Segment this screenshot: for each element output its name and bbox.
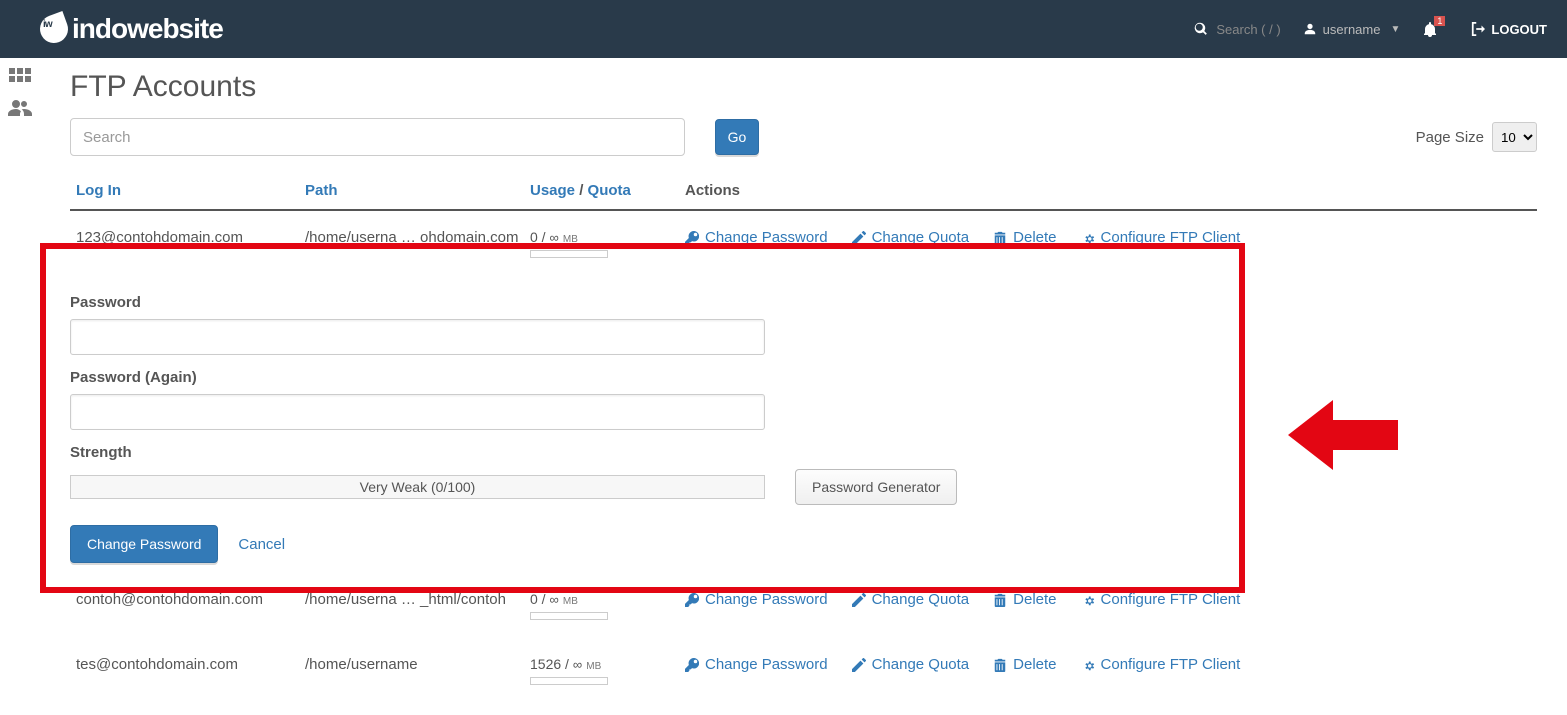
cell-login: 123@contohdomain.com (70, 229, 305, 246)
change-password-link[interactable]: Change Password (685, 656, 828, 673)
cell-usage: 0 / ∞ MB (530, 591, 685, 620)
sidebar-users[interactable] (0, 92, 40, 126)
cell-login: tes@contohdomain.com (70, 656, 305, 673)
go-button[interactable]: Go (715, 119, 759, 155)
chevron-down-icon: ▼ (1390, 24, 1400, 35)
delete-link[interactable]: Delete (993, 591, 1056, 608)
gear-icon (1081, 593, 1095, 607)
brand-text: indowebsite (72, 13, 223, 45)
change-quota-link[interactable]: Change Quota (852, 591, 970, 608)
table-row: contoh@contohdomain.com /home/userna … _… (70, 573, 1537, 638)
key-icon (685, 231, 699, 245)
cell-path: /home/userna … ohdomain.com (305, 229, 530, 246)
sidebar-apps[interactable] (0, 58, 40, 92)
change-password-button[interactable]: Change Password (70, 525, 218, 563)
password-input[interactable] (70, 319, 765, 355)
strength-meter: Very Weak (0/100) (70, 475, 765, 499)
search-input[interactable] (70, 118, 685, 156)
page-size-select[interactable]: 10 (1492, 122, 1537, 152)
user-icon (1303, 22, 1317, 36)
password-label: Password (70, 294, 1537, 311)
trash-icon (993, 231, 1007, 245)
cancel-link[interactable]: Cancel (238, 536, 285, 553)
cell-actions: Change Password Change Quota Delete Conf… (685, 229, 1537, 246)
gear-icon (1081, 658, 1095, 672)
topbar-notifications[interactable]: 1 (1422, 21, 1449, 37)
usage-bar (530, 612, 608, 620)
search-icon (1194, 22, 1208, 36)
table-header: Log In Path Usage / Quota Actions (70, 174, 1537, 211)
main-content: FTP Accounts Go Page Size 10 Log In Path… (40, 58, 1567, 715)
col-usage[interactable]: Usage (530, 182, 575, 199)
logout-icon (1471, 22, 1485, 36)
topbar-user[interactable]: username ▼ (1303, 22, 1401, 37)
cell-usage: 1526 / ∞ MB (530, 656, 685, 685)
topbar-search[interactable]: Search ( / ) (1194, 22, 1280, 37)
page-title: FTP Accounts (70, 70, 1537, 104)
left-sidebar (0, 58, 40, 126)
change-quota-link[interactable]: Change Quota (852, 656, 970, 673)
usage-bar (530, 250, 608, 258)
brand-logo[interactable]: indowebsite (40, 13, 223, 45)
pencil-icon (852, 593, 866, 607)
usage-bar (530, 677, 608, 685)
topbar-search-placeholder: Search ( / ) (1216, 22, 1280, 37)
col-path[interactable]: Path (305, 182, 530, 199)
ftp-accounts-table: Log In Path Usage / Quota Actions 123@co… (70, 174, 1537, 703)
change-password-link[interactable]: Change Password (685, 591, 828, 608)
page-size-label: Page Size (1416, 129, 1484, 146)
table-row: tes@contohdomain.com /home/username 1526… (70, 638, 1537, 703)
strength-label: Strength (70, 444, 1537, 461)
cell-path: /home/userna … _html/contoh (305, 591, 530, 608)
configure-ftp-link[interactable]: Configure FTP Client (1081, 656, 1241, 673)
cell-actions: Change Password Change Quota Delete Conf… (685, 656, 1537, 673)
delete-link[interactable]: Delete (993, 229, 1056, 246)
page-size: Page Size 10 (1416, 122, 1537, 152)
password-generator-button[interactable]: Password Generator (795, 469, 957, 505)
grid-icon (9, 68, 31, 82)
logout-label: LOGOUT (1491, 22, 1547, 37)
delete-link[interactable]: Delete (993, 656, 1056, 673)
col-usage-quota: Usage / Quota (530, 182, 685, 199)
cell-path: /home/username (305, 656, 530, 673)
col-quota[interactable]: Quota (588, 182, 631, 199)
change-quota-link[interactable]: Change Quota (852, 229, 970, 246)
col-actions: Actions (685, 182, 1537, 199)
change-password-form: Password Password (Again) Strength Very … (70, 276, 1537, 573)
cell-login: contoh@contohdomain.com (70, 591, 305, 608)
cell-actions: Change Password Change Quota Delete Conf… (685, 591, 1537, 608)
key-icon (685, 593, 699, 607)
gear-icon (1081, 231, 1095, 245)
table-row: 123@contohdomain.com /home/userna … ohdo… (70, 211, 1537, 276)
password-again-input[interactable] (70, 394, 765, 430)
change-password-link[interactable]: Change Password (685, 229, 828, 246)
trash-icon (993, 593, 1007, 607)
topbar: indowebsite Search ( / ) username ▼ 1 LO… (0, 0, 1567, 58)
pencil-icon (852, 231, 866, 245)
toolbar: Go Page Size 10 (70, 118, 1537, 156)
trash-icon (993, 658, 1007, 672)
password-again-label: Password (Again) (70, 369, 1537, 386)
pencil-icon (852, 658, 866, 672)
cell-usage: 0 / ∞ MB (530, 229, 685, 258)
key-icon (685, 658, 699, 672)
topbar-logout[interactable]: LOGOUT (1471, 22, 1547, 37)
configure-ftp-link[interactable]: Configure FTP Client (1081, 591, 1241, 608)
topbar-username: username (1323, 22, 1381, 37)
logo-mark-icon (36, 11, 72, 47)
notification-badge: 1 (1434, 16, 1445, 26)
configure-ftp-link[interactable]: Configure FTP Client (1081, 229, 1241, 246)
col-login[interactable]: Log In (70, 182, 305, 199)
people-icon (8, 98, 32, 121)
